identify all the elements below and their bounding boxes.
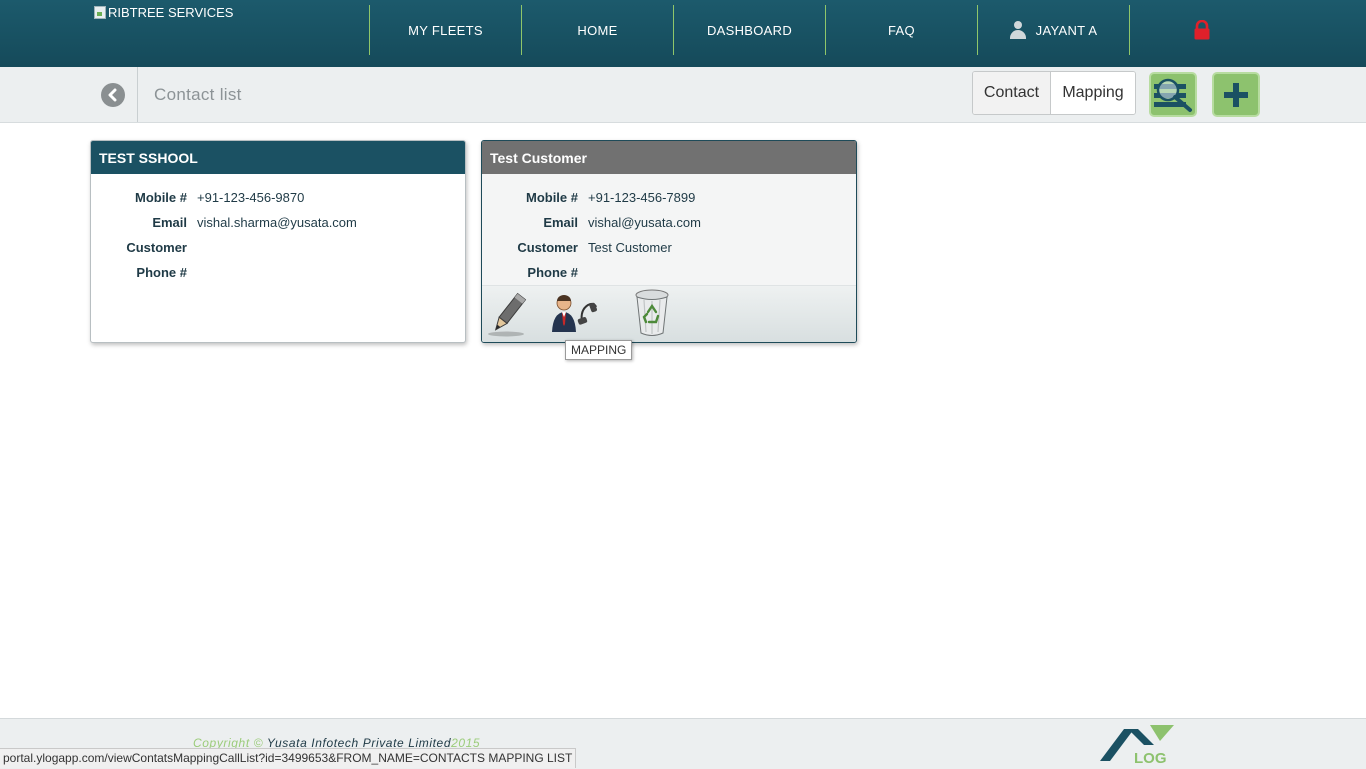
- brand-name: RIBTREE SERVICES: [108, 5, 234, 20]
- main-nav: MY FLEETS HOME DASHBOARD FAQ JAYANT A: [369, 5, 1130, 55]
- page-title: Contact list: [154, 85, 242, 104]
- add-contact-button[interactable]: [1212, 72, 1260, 117]
- recycle-bin-icon[interactable]: [632, 288, 672, 338]
- field-customer: Customer Test Customer: [482, 235, 856, 260]
- field-value: vishal.sharma@yusata.com: [197, 215, 357, 230]
- back-arrow-icon: [108, 88, 117, 102]
- browser-status-url: portal.ylogapp.com/viewContatsMappingCal…: [0, 748, 577, 768]
- top-navigation-bar: RIBTREE SERVICES MY FLEETS HOME DASHBOAR…: [0, 0, 1366, 67]
- field-value: +91-123-456-7899: [588, 190, 696, 205]
- page-toolbar: Contact list Contact Mapping: [0, 67, 1366, 123]
- field-customer: Customer: [91, 235, 465, 260]
- search-list-icon: [1154, 78, 1192, 112]
- user-icon: [1009, 21, 1026, 39]
- field-mobile: Mobile # +91-123-456-9870: [91, 185, 465, 210]
- mapping-tab-button[interactable]: Mapping: [1051, 72, 1135, 114]
- lock-icon[interactable]: [1193, 20, 1211, 40]
- user-name: JAYANT A: [1035, 22, 1098, 38]
- card-title: Test Customer: [482, 141, 856, 174]
- nav-label: MY FLEETS: [408, 22, 483, 38]
- field-label: Phone #: [136, 265, 187, 280]
- field-email: Email vishal.sharma@yusata.com: [91, 210, 465, 235]
- field-label: Customer: [517, 240, 578, 255]
- nav-my-fleets[interactable]: MY FLEETS: [369, 5, 521, 55]
- nav-dashboard[interactable]: DASHBOARD: [673, 5, 825, 55]
- mapping-icon[interactable]: [552, 294, 598, 334]
- contact-card[interactable]: TEST SSHOOL Mobile # +91-123-456-9870 Ema…: [90, 140, 466, 343]
- field-value: vishal@yusata.com: [588, 215, 701, 230]
- ylog-logo-icon: LOG: [1100, 725, 1174, 767]
- field-phone: Phone #: [482, 260, 856, 285]
- card-title: TEST SSHOOL: [91, 141, 465, 174]
- nav-home[interactable]: HOME: [521, 5, 673, 55]
- nav-user-menu[interactable]: JAYANT A: [977, 5, 1130, 55]
- field-label: Email: [543, 215, 578, 230]
- field-mobile: Mobile # +91-123-456-7899: [482, 185, 856, 210]
- toolbar-divider: [137, 67, 138, 122]
- field-phone: Phone #: [91, 260, 465, 285]
- nav-label: HOME: [577, 22, 618, 38]
- nav-label: DASHBOARD: [706, 22, 793, 38]
- search-list-button[interactable]: [1149, 72, 1197, 117]
- view-toggle: Contact Mapping: [972, 71, 1136, 115]
- brand-logo[interactable]: RIBTREE SERVICES: [94, 5, 233, 20]
- nav-faq[interactable]: FAQ: [825, 5, 977, 55]
- card-actions: [482, 285, 856, 342]
- field-label: Phone #: [527, 265, 578, 280]
- logo-text: LOG: [1134, 750, 1167, 767]
- contact-card[interactable]: Test Customer Mobile # +91-123-456-7899 E…: [481, 140, 857, 343]
- field-email: Email vishal@yusata.com: [482, 210, 856, 235]
- back-button[interactable]: [101, 83, 125, 107]
- card-fields: Mobile # +91-123-456-9870 Email vishal.sha…: [91, 174, 465, 285]
- nav-label: FAQ: [888, 22, 915, 38]
- broken-image-icon: [94, 6, 106, 19]
- field-value: +91-123-456-9870: [197, 190, 305, 205]
- field-value: Test Customer: [588, 240, 672, 255]
- card-fields: Mobile # +91-123-456-7899 Email vishal@yus…: [482, 174, 856, 285]
- field-label: Customer: [126, 240, 187, 255]
- field-label: Email: [152, 215, 187, 230]
- field-label: Mobile #: [525, 190, 578, 205]
- pencil-icon[interactable]: [486, 290, 530, 338]
- field-label: Mobile #: [134, 190, 187, 205]
- plus-icon: [1224, 82, 1248, 107]
- contact-tab-button[interactable]: Contact: [973, 72, 1051, 114]
- tooltip: MAPPING: [565, 340, 633, 360]
